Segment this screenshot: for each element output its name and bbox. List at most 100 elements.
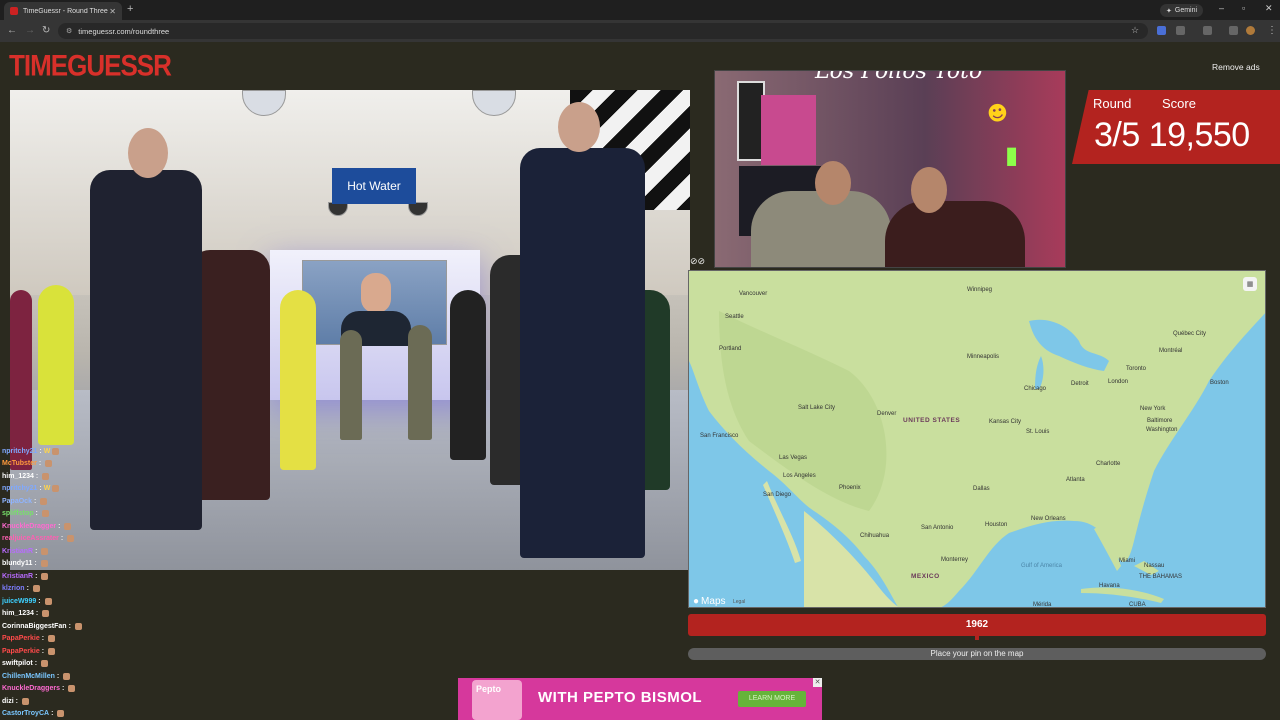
- chat-username[interactable]: McTubster: [2, 460, 37, 467]
- photo-person: [38, 285, 74, 445]
- profile-avatar[interactable]: [1246, 26, 1255, 35]
- new-tab-icon[interactable]: +: [127, 3, 133, 15]
- close-window-icon[interactable]: ✕: [1265, 3, 1273, 14]
- forward-icon[interactable]: →: [25, 25, 35, 36]
- photo-person: [408, 325, 432, 440]
- chat-emote-icon: [41, 547, 49, 555]
- chat-colon: :: [35, 610, 39, 618]
- webcam-toggle-icon[interactable]: ⊘⊘: [690, 256, 714, 269]
- gemini-button[interactable]: ✦ Gemini: [1160, 4, 1204, 17]
- back-icon[interactable]: ←: [7, 25, 17, 36]
- chat-message: him_1234:: [2, 470, 102, 483]
- place-pin-button[interactable]: Place your pin on the map: [688, 648, 1266, 660]
- chat-username[interactable]: npritchy21: [2, 448, 37, 455]
- map-label: Baltimore: [1147, 418, 1173, 424]
- chat-username[interactable]: CorinnaBiggestFan: [2, 623, 67, 630]
- chat-username[interactable]: CastorTroyCA: [2, 710, 49, 717]
- photo-person-head: [128, 128, 168, 178]
- chat-username[interactable]: him_1234: [2, 610, 34, 617]
- year-slider-thumb[interactable]: [975, 634, 979, 640]
- site-logo[interactable]: TIMEGUESSR: [9, 48, 172, 84]
- map-label: Chihuahua: [860, 533, 890, 539]
- map-label: Boston: [1210, 380, 1229, 386]
- chat-emote-icon: [41, 660, 49, 668]
- bookmark-star-icon[interactable]: ☆: [1131, 25, 1139, 36]
- chat-emote-icon: [64, 522, 72, 530]
- minimize-icon[interactable]: –: [1219, 3, 1224, 13]
- chat-username[interactable]: KristianR: [2, 573, 33, 580]
- ad-brand: Pepto: [476, 684, 502, 694]
- page: TIMEGUESSR Remove ads Hot Water Los Poll…: [0, 42, 1280, 720]
- extensions-puzzle-icon[interactable]: [1176, 26, 1185, 35]
- chat-username[interactable]: KnuckleDragger: [2, 523, 56, 530]
- chat-username[interactable]: realjuiceAssrater: [2, 535, 59, 542]
- browser-tab[interactable]: TimeGuessr - Round Three ✕: [4, 2, 122, 20]
- favicon-icon: [10, 7, 18, 15]
- chat-message: McTubster:: [2, 458, 102, 471]
- chat-username[interactable]: ChillenMcMillen: [2, 673, 55, 680]
- chat-colon: :: [35, 510, 38, 518]
- chat-message: PapaOck:: [2, 495, 102, 508]
- extension-icon[interactable]: [1157, 26, 1166, 35]
- chat-username[interactable]: KristianR: [2, 548, 33, 555]
- url-bar[interactable]: ⚙ timeguessr.com/roundthree: [58, 23, 1148, 39]
- map-label: Monterrey: [941, 557, 969, 563]
- chat-message: KnuckleDragger:: [2, 520, 102, 533]
- remove-ads-link[interactable]: Remove ads: [1212, 62, 1260, 72]
- map-label: THE BAHAMAS: [1139, 574, 1183, 580]
- webcam-signature: Los Pollos Toto: [815, 70, 983, 84]
- ad-cta-button[interactable]: LEARN MORE: [738, 691, 806, 707]
- chat-colon: :: [58, 522, 61, 530]
- chat-username[interactable]: swiftpilot: [2, 660, 33, 667]
- reload-icon[interactable]: ↻: [42, 25, 50, 36]
- chat-colon: :: [68, 622, 71, 630]
- map-layers-icon[interactable]: ▦: [1243, 277, 1257, 291]
- map-label: MEXICO: [911, 573, 940, 580]
- maximize-icon[interactable]: ▫: [1242, 3, 1245, 13]
- round-score-value: 3/5 19,550: [1094, 116, 1250, 154]
- chat-emote-icon: [42, 610, 50, 618]
- chat-username[interactable]: klzrion: [2, 585, 25, 592]
- browser-tabbar: TimeGuessr - Round Three ✕ + ✦ Gemini – …: [0, 0, 1280, 20]
- map-label: Detroit: [1071, 381, 1089, 387]
- ad-close-icon[interactable]: ✕: [813, 678, 822, 687]
- year-slider[interactable]: 1962: [688, 614, 1266, 636]
- chat-username[interactable]: blundy11: [2, 560, 32, 567]
- chat-message: dizi:: [2, 695, 102, 708]
- map-label: Phoenix: [839, 485, 861, 491]
- streamer-webcam: Los Pollos Toto ☻ ▮: [714, 70, 1066, 268]
- chat-username[interactable]: spliffstop: [2, 510, 34, 517]
- chat-emote-icon: [67, 535, 75, 543]
- sidepanel-icon[interactable]: [1203, 26, 1212, 35]
- chat-message: klzrion:: [2, 583, 102, 596]
- site-info-icon[interactable]: ⚙: [66, 27, 72, 35]
- round-label: Round: [1093, 96, 1132, 111]
- chat-username[interactable]: npritchy21: [2, 485, 37, 492]
- chat-username[interactable]: juiceW999: [2, 598, 36, 605]
- map-label: Miami: [1119, 558, 1135, 564]
- advertisement-banner[interactable]: Pepto WITH PEPTO BISMOL LEARN MORE ✕: [458, 678, 822, 720]
- chat-username[interactable]: PapaPerkie: [2, 635, 40, 642]
- chat-username[interactable]: him_1234: [2, 473, 34, 480]
- chat-emote-icon: [40, 560, 48, 568]
- map-label: Nassau: [1144, 563, 1165, 569]
- chat-message: swiftpilot:: [2, 658, 102, 671]
- map-label: Havana: [1099, 583, 1120, 589]
- chat-emote-icon: [44, 597, 52, 605]
- cast-icon[interactable]: [1229, 26, 1238, 35]
- guess-map[interactable]: Vancouver Seattle Portland Winnipeg Minneapo…: [688, 270, 1266, 608]
- chat-username[interactable]: dizi: [2, 698, 14, 705]
- chat-colon: :: [39, 485, 42, 493]
- map-legal-link[interactable]: Legal: [733, 599, 745, 605]
- webcam-person-head: [911, 167, 947, 213]
- chat-username[interactable]: PapaPerkie: [2, 648, 40, 655]
- chat-colon: :: [33, 497, 37, 505]
- menu-dots-icon[interactable]: ⋮: [1267, 25, 1277, 36]
- chat-username[interactable]: KnuckleDraggers: [2, 685, 60, 692]
- chat-message: PapaPerkie:: [2, 633, 102, 646]
- close-tab-icon[interactable]: ✕: [109, 7, 116, 16]
- chat-username[interactable]: PapaOck: [2, 498, 32, 505]
- map-label: Kansas City: [989, 419, 1022, 425]
- chat-message: npritchy21: W: [2, 483, 102, 496]
- map-land-svg: [689, 271, 1265, 607]
